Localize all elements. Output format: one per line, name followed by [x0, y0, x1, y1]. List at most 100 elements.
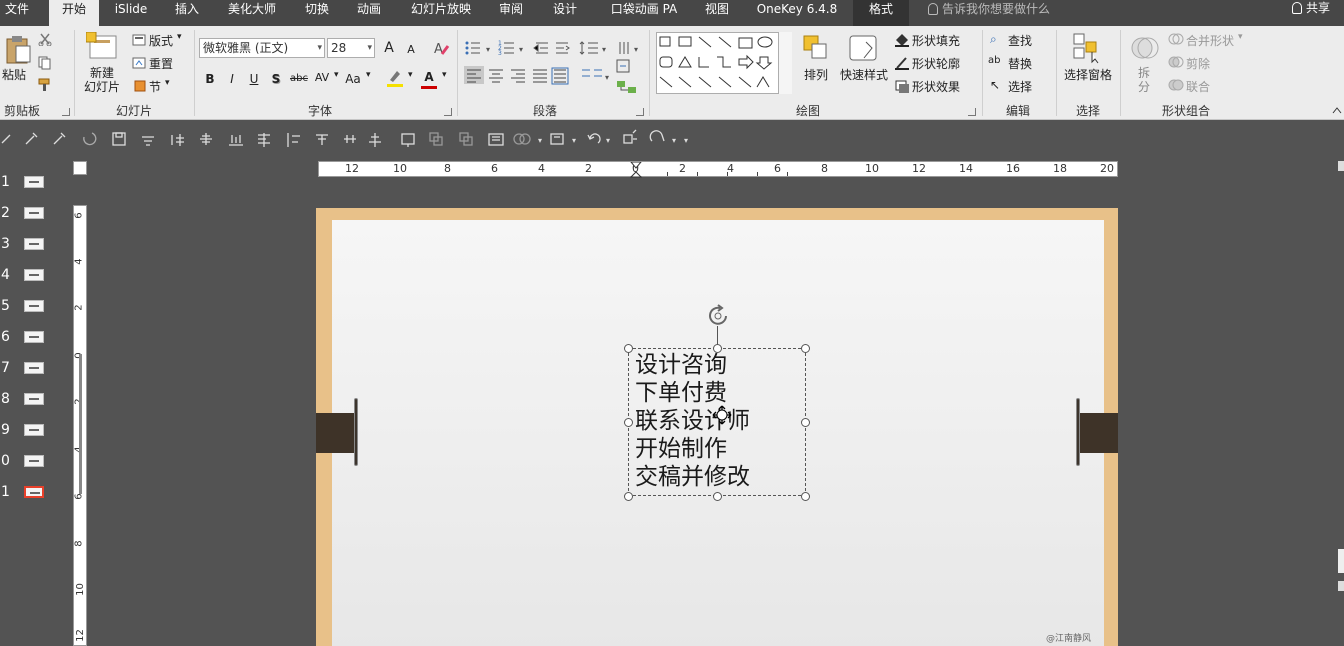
slide-thumbnail[interactable]: [24, 393, 44, 405]
selection-pane-button[interactable]: 选择窗格: [1060, 66, 1116, 83]
slide-number: 3: [1, 236, 10, 252]
arrange-button[interactable]: 排列: [800, 66, 832, 83]
ruler-corner[interactable]: [73, 161, 87, 175]
tab-islide[interactable]: iSlide: [110, 0, 152, 26]
tab-format[interactable]: 格式: [853, 0, 909, 26]
resize-handle[interactable]: [801, 344, 810, 353]
split-button[interactable]: 拆 分: [1130, 66, 1158, 94]
case-dropdown-icon[interactable]: ▾: [366, 70, 371, 80]
highlight-dropdown-icon[interactable]: ▾: [408, 70, 413, 80]
layout-dropdown-icon[interactable]: ▾: [177, 32, 182, 42]
section-dropdown-icon[interactable]: ▾: [165, 78, 170, 88]
shape-outline-button[interactable]: 形状轮廓: [912, 55, 960, 72]
merge-dropdown-icon[interactable]: ▾: [1238, 32, 1243, 42]
font-shrink-button[interactable]: A: [404, 41, 418, 59]
tab-pocket-animation[interactable]: 口袋动画 PA: [604, 0, 684, 26]
cut-shapes-button[interactable]: 剪除: [1186, 55, 1210, 72]
font-color-dropdown-icon[interactable]: ▾: [442, 70, 447, 80]
resize-handle[interactable]: [624, 344, 633, 353]
strikethrough-button[interactable]: abc: [288, 70, 310, 88]
clip-left-bar: [354, 398, 358, 466]
text-box-content[interactable]: 设计咨询 下单付费 联系设计师 开始制作 交稿并修改: [635, 351, 750, 491]
slide-thumbnail[interactable]: [24, 207, 44, 219]
resize-handle[interactable]: [713, 492, 722, 501]
tab-view[interactable]: 视图: [698, 0, 736, 26]
drawing-group-label: 绘图: [795, 104, 820, 118]
clear-formatting-icon[interactable]: A: [434, 40, 450, 56]
slide-thumbnail[interactable]: [24, 424, 44, 436]
new-slide-button[interactable]: 新建 幻灯片: [78, 66, 126, 94]
scroll-down-arrow[interactable]: [1338, 581, 1344, 591]
slide-thumbnail[interactable]: [24, 331, 44, 343]
underline-button[interactable]: U: [246, 70, 262, 88]
find-button[interactable]: 查找: [1008, 32, 1032, 49]
resize-handle[interactable]: [624, 492, 633, 501]
tell-me-box[interactable]: 告诉我你想要做什么: [928, 0, 1050, 20]
svg-text:3: 3: [498, 50, 502, 57]
tab-onekey[interactable]: OneKey 6.4.8: [752, 0, 842, 26]
slide-thumbnail[interactable]: [24, 269, 44, 281]
tab-meihua[interactable]: 美化大师: [221, 0, 283, 26]
font-launcher-icon[interactable]: [444, 108, 452, 116]
resize-handle[interactable]: [713, 344, 722, 353]
font-grow-button[interactable]: A: [381, 39, 397, 57]
shape-effects-button[interactable]: 形状效果: [912, 78, 960, 95]
shapes-gallery[interactable]: [656, 32, 792, 94]
tab-review[interactable]: 审阅: [492, 0, 530, 26]
layout-button[interactable]: 版式: [149, 32, 173, 49]
tab-design[interactable]: 设计: [546, 0, 584, 26]
slide-thumbnail[interactable]: [24, 176, 44, 188]
tab-transitions[interactable]: 切换: [298, 0, 336, 26]
union-button[interactable]: 联合: [1186, 78, 1210, 95]
text-align-vertical-icon[interactable]: [616, 58, 636, 74]
highlight-icon[interactable]: [385, 68, 405, 88]
smartart-icon[interactable]: [616, 80, 640, 96]
scissors-icon[interactable]: [38, 32, 52, 46]
font-name-select[interactable]: 微软雅黑 (正文): [199, 38, 325, 58]
share-button[interactable]: 共享: [1291, 0, 1330, 20]
indent-marker-icon[interactable]: [629, 162, 643, 178]
paste-button[interactable]: 粘贴: [0, 66, 28, 83]
tab-insert[interactable]: 插入: [168, 0, 206, 26]
select-button[interactable]: 选择: [1008, 78, 1032, 95]
font-color-button[interactable]: A: [420, 68, 438, 86]
bold-button[interactable]: B: [202, 70, 218, 88]
font-size-select[interactable]: 28: [327, 38, 375, 58]
copy-icon[interactable]: [38, 56, 58, 70]
scrollbar-thumb[interactable]: [1338, 549, 1344, 573]
vertical-scrollbar[interactable]: [1336, 161, 1344, 646]
replace-button[interactable]: 替换: [1008, 55, 1032, 72]
slide-thumbnail[interactable]: [24, 455, 44, 467]
scroll-up-arrow[interactable]: [1338, 161, 1344, 171]
rotate-handle-icon[interactable]: [706, 304, 730, 328]
drawing-launcher-icon[interactable]: [968, 108, 976, 116]
resize-handle[interactable]: [801, 418, 810, 427]
clipboard-launcher-icon[interactable]: [62, 108, 70, 116]
slide-thumbnail-selected[interactable]: [24, 486, 44, 498]
horizontal-ruler[interactable]: 12 10 8 6 4 2 0 2 4 6 8 10 12 14 16 18 2…: [318, 161, 1118, 178]
vertical-ruler[interactable]: 6 4 2 0 2 4 6 8 10 12: [73, 205, 87, 646]
spacing-dropdown-icon[interactable]: ▾: [334, 70, 339, 80]
tab-animations[interactable]: 动画: [350, 0, 388, 26]
collapse-ribbon-icon[interactable]: [1332, 106, 1342, 114]
gallery-scrollbar[interactable]: [778, 32, 792, 94]
resize-handle[interactable]: [624, 418, 633, 427]
change-case-button[interactable]: Aa: [343, 70, 363, 88]
paragraph-launcher-icon[interactable]: [636, 108, 644, 116]
slide-thumbnail[interactable]: [24, 300, 44, 312]
italic-button[interactable]: I: [224, 70, 240, 88]
tab-slideshow[interactable]: 幻灯片放映: [404, 0, 478, 26]
tab-file[interactable]: 文件: [0, 0, 34, 26]
format-painter-icon[interactable]: [38, 78, 54, 92]
resize-handle[interactable]: [801, 492, 810, 501]
reset-button[interactable]: 重置: [149, 55, 173, 72]
character-spacing-button[interactable]: AV: [312, 69, 332, 87]
shadow-button[interactable]: S: [268, 70, 284, 88]
shape-fill-button[interactable]: 形状填充: [912, 32, 960, 49]
section-button[interactable]: 节: [149, 78, 161, 95]
quick-styles-button[interactable]: 快速样式: [836, 66, 892, 83]
tab-home[interactable]: 开始: [49, 0, 99, 26]
slide-thumbnail[interactable]: [24, 362, 44, 374]
slide-thumbnail[interactable]: [24, 238, 44, 250]
merge-shapes-button[interactable]: 合并形状: [1186, 32, 1234, 49]
